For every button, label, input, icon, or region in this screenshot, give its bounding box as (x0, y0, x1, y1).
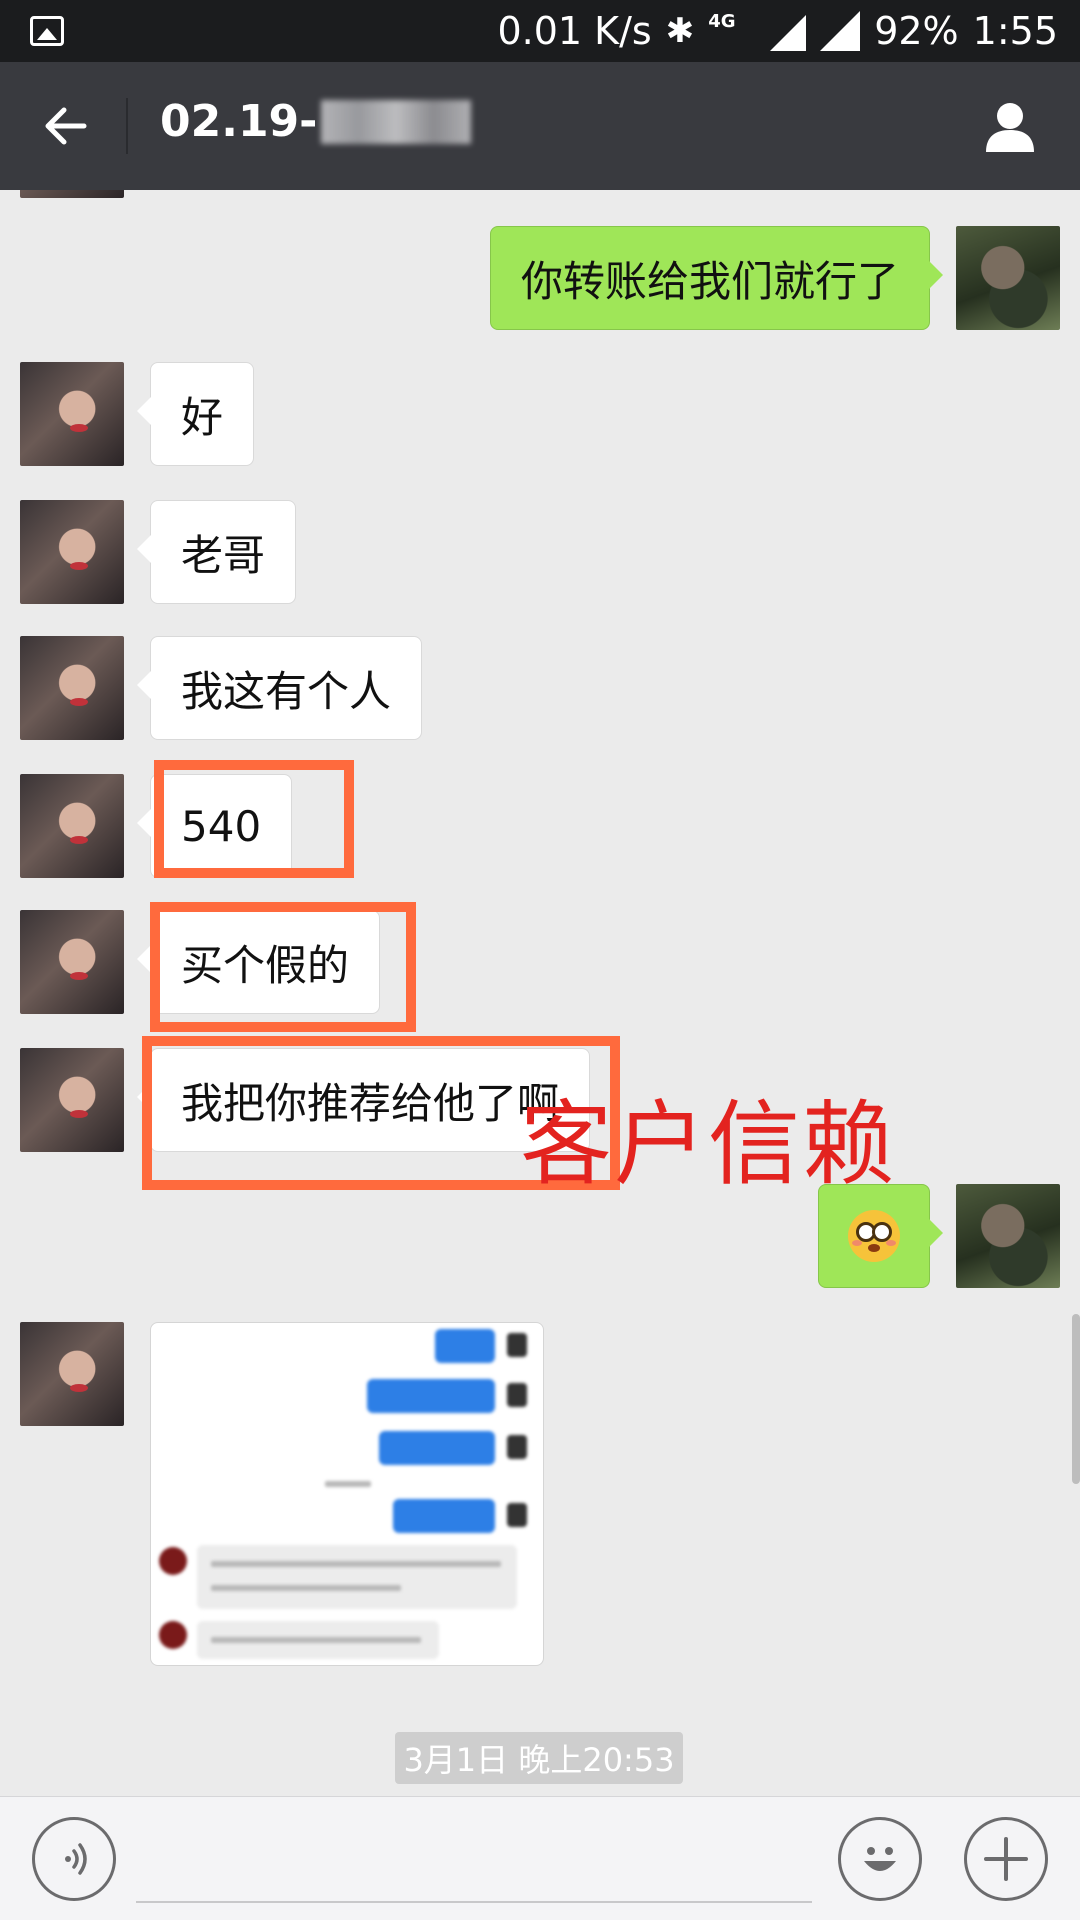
message-timestamp: 3月1日 晚上20:53 (395, 1732, 683, 1784)
input-bar (0, 1796, 1080, 1920)
contact-avatar[interactable] (20, 362, 124, 466)
network-type: 4G (708, 11, 736, 32)
contact-avatar[interactable] (20, 774, 124, 878)
signal-4g-icon: 4G (708, 11, 756, 51)
chat-title-text: 02.19- (160, 96, 318, 147)
message-input-field[interactable] (136, 1901, 812, 1903)
contact-avatar[interactable] (20, 1322, 124, 1426)
plus-icon (984, 1837, 1028, 1881)
scrollbar[interactable] (1072, 1314, 1080, 1484)
more-button[interactable] (964, 1817, 1048, 1901)
contact-avatar[interactable] (20, 190, 124, 198)
voice-button[interactable] (32, 1817, 116, 1901)
message-bubble-outgoing[interactable]: 你转账给我们就行了 (489, 226, 944, 330)
message-bubble-outgoing[interactable] (818, 1184, 943, 1288)
contact-avatar[interactable] (20, 910, 124, 1014)
wifi-icon (820, 11, 861, 51)
message-bubble-incoming[interactable]: 好 (136, 362, 255, 466)
contact-avatar[interactable] (20, 636, 124, 740)
chat-title: 02.19- (160, 96, 472, 147)
voice-icon (65, 1843, 87, 1875)
status-bar: 0.01 K/s ✱ 4G 92% 1:55 (0, 0, 1080, 62)
image-message[interactable] (150, 1322, 544, 1666)
message-bubble-incoming[interactable]: 老哥 (136, 500, 297, 604)
flushed-face-emoji (848, 1210, 900, 1262)
message-text: 好 (181, 392, 224, 442)
message-bubble-incoming[interactable]: 我这有个人 (136, 636, 423, 740)
my-avatar[interactable] (956, 226, 1060, 330)
message-text: 你转账给我们就行了 (520, 256, 899, 306)
my-avatar[interactable] (956, 1184, 1060, 1288)
blurred-contact-name (321, 99, 472, 144)
message-text: 我这有个人 (181, 666, 392, 716)
contact-avatar[interactable] (20, 1048, 124, 1152)
back-arrow-icon[interactable] (42, 102, 90, 150)
highlight-box (154, 760, 354, 878)
header-divider (126, 98, 128, 154)
highlight-box (150, 902, 416, 1032)
signal-icon (770, 15, 807, 51)
bluetooth-icon: ✱ (665, 11, 695, 51)
clock: 1:55 (972, 9, 1058, 53)
battery-level: 92% (874, 9, 959, 53)
message-list[interactable]: 你转账给我们就行了 好 老哥 我这有个人 540 买个假的 我把你推荐给他了啊 … (0, 190, 1080, 1796)
network-speed: 0.01 K/s (497, 9, 652, 53)
message-text: 老哥 (181, 530, 266, 580)
person-icon[interactable] (982, 98, 1038, 154)
smiley-icon (864, 1847, 896, 1871)
emoji-button[interactable] (838, 1817, 922, 1901)
image-icon (30, 16, 64, 46)
chat-header: 02.19- (0, 62, 1080, 190)
contact-avatar[interactable] (20, 500, 124, 604)
